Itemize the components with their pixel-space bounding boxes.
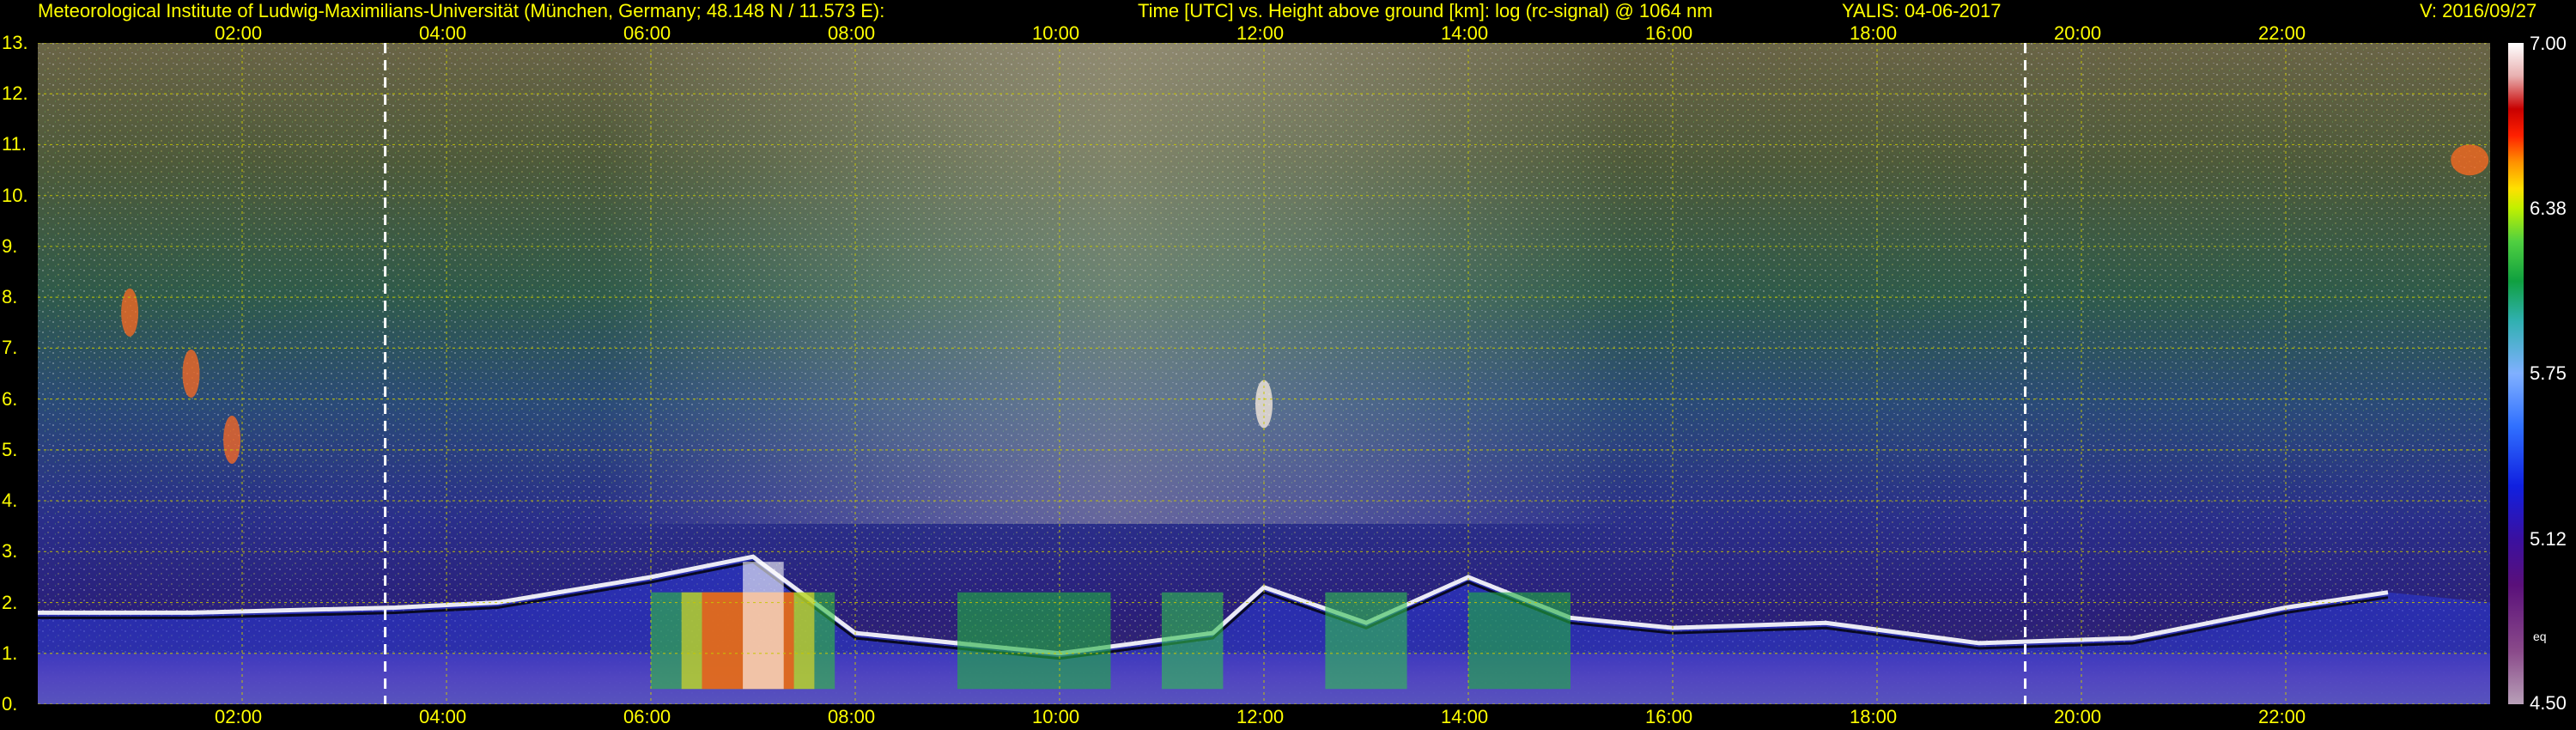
y-tick-label: 5. [2,438,18,460]
colorbar-tick-label: 5.12 [2530,527,2567,550]
y-tick-label: 6. [2,387,18,410]
x-tick-label-bottom: 02:00 [215,706,263,727]
x-tick-label-bottom: 08:00 [828,706,876,727]
cirrus-patch [121,288,139,337]
x-tick-label-top: 18:00 [1850,22,1898,44]
lidar-heatmap [38,43,2524,704]
y-tick-label: 0. [2,693,18,715]
x-tick-label-top: 12:00 [1236,22,1285,44]
x-tick-label-bottom: 04:00 [419,706,467,727]
colorbar-tick-label: 4.50 [2530,692,2567,714]
colorbar-tick-label: 6.38 [2530,197,2567,219]
y-tick-label: 3. [2,540,18,563]
y-tick-label: 4. [2,490,18,512]
y-tick-label: 13. [2,32,28,53]
y-tick-label: 1. [2,642,18,664]
x-tick-label-top: 10:00 [1032,22,1080,44]
x-tick-label-top: 06:00 [623,22,671,44]
y-tick-label: 10. [2,184,28,206]
x-tick-label-bottom: 10:00 [1032,706,1080,727]
y-tick-label: 9. [2,234,18,257]
x-tick-label-top: 04:00 [419,22,467,44]
x-tick-label-bottom: 06:00 [623,706,671,727]
cirrus-patch [223,416,241,464]
x-tick-label-top: 02:00 [215,22,263,44]
colorbar-tick-label: 7.00 [2530,33,2567,54]
y-tick-label: 2. [2,591,18,613]
colorbar-unit-label: eq [2533,630,2547,643]
plot-area [38,43,2490,704]
cirrus-patch [182,350,200,398]
y-tick-label: 8. [2,286,18,308]
y-tick-label: 7. [2,337,18,359]
cirrus-patch [2451,144,2489,176]
colorbar [2508,43,2524,704]
x-tick-label-bottom: 18:00 [1850,706,1898,727]
x-tick-label-top: 14:00 [1441,22,1489,44]
x-tick-label-top: 22:00 [2258,22,2306,44]
colorbar-tick-label: 5.75 [2530,362,2567,384]
x-tick-label-bottom: 20:00 [2054,706,2102,727]
x-tick-label-bottom: 14:00 [1441,706,1489,727]
x-tick-label-bottom: 12:00 [1236,706,1285,727]
y-tick-label: 12. [2,82,28,105]
y-tick-label: 11. [2,133,27,155]
x-tick-label-top: 08:00 [828,22,876,44]
x-tick-label-top: 20:00 [2054,22,2102,44]
x-tick-label-bottom: 22:00 [2258,706,2306,727]
x-tick-label-bottom: 16:00 [1645,706,1693,727]
x-tick-label-top: 16:00 [1645,22,1693,44]
